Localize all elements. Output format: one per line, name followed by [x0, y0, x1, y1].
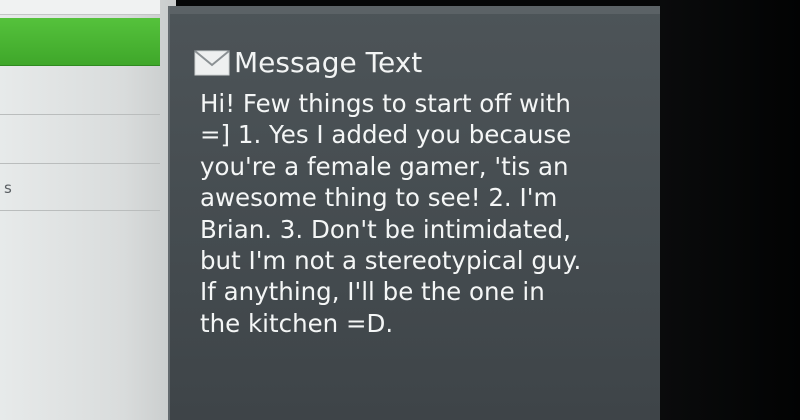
message-line: =] 1. Yes I added you because	[200, 120, 572, 150]
message-line: Brian. 3. Don't be intimidated,	[200, 214, 571, 244]
side-menu-top-edge	[0, 0, 160, 15]
message-line: If anything, I'll be the one in	[200, 277, 545, 307]
message-panel-top-edge	[170, 6, 660, 14]
menu-item[interactable]	[0, 116, 160, 164]
menu-item[interactable]	[0, 67, 160, 115]
message-header: Message Text	[194, 46, 422, 80]
message-line: awesome thing to see! 2. I'm	[200, 183, 558, 213]
message-line: but I'm not a stereotypical guy.	[200, 246, 582, 276]
message-line: you're a female gamer, 'tis an	[200, 151, 569, 181]
menu-item[interactable]: s	[0, 165, 160, 211]
screen-bezel	[660, 0, 800, 420]
menu-item-selected[interactable]	[0, 18, 160, 66]
menu-item-label: s	[4, 178, 12, 197]
side-menu: s	[0, 0, 176, 420]
message-panel: Message Text Hi! Few things to start off…	[168, 6, 660, 420]
message-body: Hi! Few things to start off with =] 1. Y…	[200, 88, 648, 339]
menu-item[interactable]	[0, 212, 160, 420]
message-title: Message Text	[234, 46, 423, 79]
screen: s Message Text Hi! Few things to start o…	[0, 0, 800, 420]
message-line: Hi! Few things to start off with	[200, 89, 571, 118]
envelope-icon	[194, 50, 230, 76]
message-line: the kitchen =D.	[200, 308, 394, 338]
